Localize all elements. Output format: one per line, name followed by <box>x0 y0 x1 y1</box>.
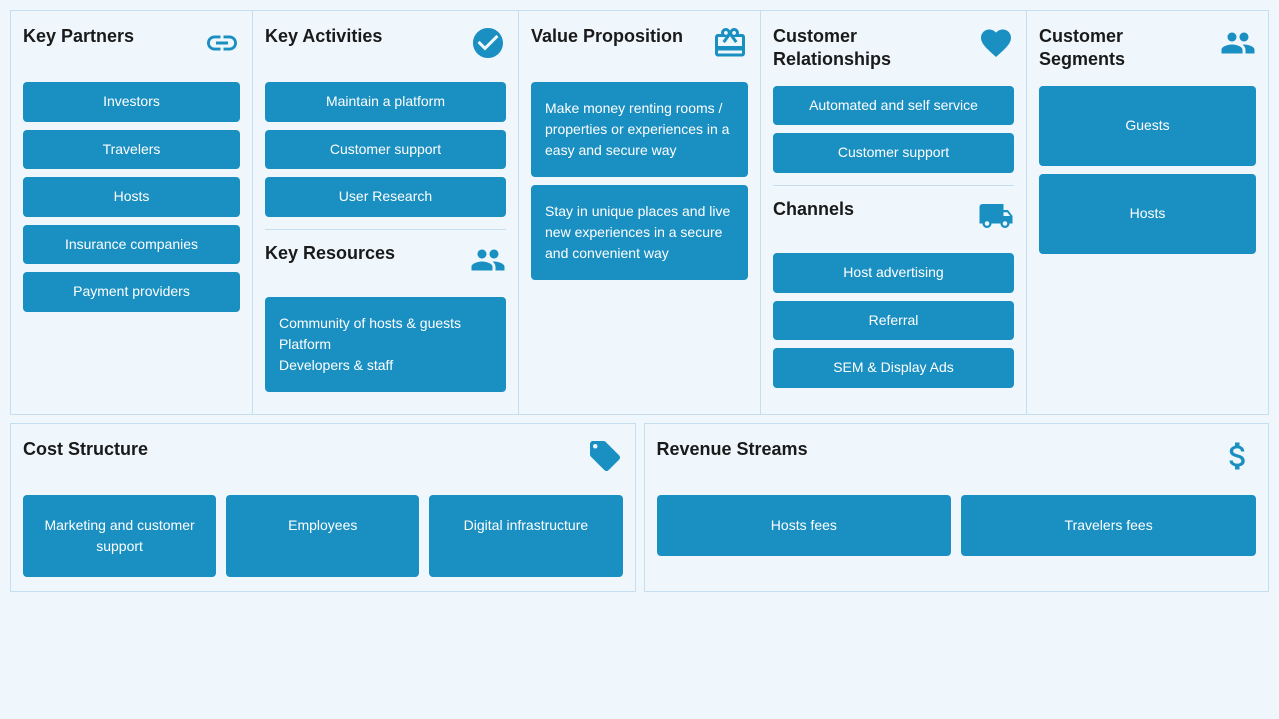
card-digital-infra: Digital infrastructure <box>429 495 622 577</box>
card-travelers: Travelers <box>23 130 240 170</box>
gift-icon <box>712 25 748 68</box>
card-hosts: Hosts <box>23 177 240 217</box>
card-user-research: User Research <box>265 177 506 217</box>
card-resources: Community of hosts & guestsPlatformDevel… <box>265 297 506 392</box>
card-maintain-platform: Maintain a platform <box>265 82 506 122</box>
card-value-prop-2: Stay in unique places and live new exper… <box>531 185 748 280</box>
money-icon <box>1220 438 1256 481</box>
key-partners-title: Key Partners <box>23 25 134 48</box>
value-prop-header: Value Proposition <box>531 25 748 68</box>
customer-rel-cards: Automated and self service Customer supp… <box>773 86 1014 173</box>
key-resources-header: Key Resources <box>265 242 506 285</box>
people-icon <box>1220 25 1256 68</box>
heart-icon <box>978 25 1014 68</box>
channels-header: Channels <box>773 198 1014 241</box>
customer-rel-title: Customer Relationships <box>773 25 972 72</box>
checkmark-icon <box>470 25 506 68</box>
card-payment: Payment providers <box>23 272 240 312</box>
card-insurance: Insurance companies <box>23 225 240 265</box>
card-hosts-fees: Hosts fees <box>657 495 952 556</box>
top-row: Key Partners Investors Travelers Hosts I… <box>10 10 1269 415</box>
resources-icon <box>470 242 506 285</box>
customer-rel-header: Customer Relationships <box>773 25 1014 72</box>
activities-resources-divider <box>265 229 506 230</box>
card-travelers-fees: Travelers fees <box>961 495 1256 556</box>
card-host-advertising: Host advertising <box>773 253 1014 293</box>
customer-segments-section: Customer Segments Guests Hosts <box>1027 11 1268 414</box>
revenue-streams-section: Revenue Streams Hosts fees Travelers fee… <box>644 423 1270 592</box>
card-automated: Automated and self service <box>773 86 1014 126</box>
cost-structure-section: Cost Structure Marketing and customer su… <box>10 423 636 592</box>
channels-title: Channels <box>773 198 854 221</box>
card-customer-support-activity: Customer support <box>265 130 506 170</box>
revenue-header: Revenue Streams <box>657 438 1257 481</box>
card-referral: Referral <box>773 301 1014 341</box>
key-activities-header: Key Activities <box>265 25 506 68</box>
card-customer-support-rel: Customer support <box>773 133 1014 173</box>
cost-header: Cost Structure <box>23 438 623 481</box>
value-proposition-section: Value Proposition Make money renting roo… <box>519 11 761 414</box>
revenue-cards-row: Hosts fees Travelers fees <box>657 495 1257 556</box>
key-partners-cards: Investors Travelers Hosts Insurance comp… <box>23 82 240 312</box>
link-icon <box>204 25 240 68</box>
card-marketing: Marketing and customer support <box>23 495 216 577</box>
value-prop-title: Value Proposition <box>531 25 683 48</box>
customer-seg-title: Customer Segments <box>1039 25 1214 72</box>
key-activities-cards: Maintain a platform Customer support Use… <box>265 82 506 217</box>
card-guests: Guests <box>1039 86 1256 166</box>
truck-icon <box>978 198 1014 241</box>
key-activities-section: Key Activities Maintain a platform Custo… <box>253 11 519 414</box>
key-activities-title: Key Activities <box>265 25 382 48</box>
card-investors: Investors <box>23 82 240 122</box>
key-partners-header: Key Partners <box>23 25 240 68</box>
channels-cards: Host advertising Referral SEM & Display … <box>773 253 1014 388</box>
customer-seg-header: Customer Segments <box>1039 25 1256 72</box>
bottom-row: Cost Structure Marketing and customer su… <box>10 423 1269 592</box>
card-seg-hosts: Hosts <box>1039 174 1256 254</box>
cost-title: Cost Structure <box>23 438 148 461</box>
cost-cards-row: Marketing and customer support Employees… <box>23 495 623 577</box>
business-model-canvas: Key Partners Investors Travelers Hosts I… <box>10 10 1269 592</box>
key-partners-section: Key Partners Investors Travelers Hosts I… <box>11 11 253 414</box>
tag-icon <box>587 438 623 481</box>
rel-channels-divider <box>773 185 1014 186</box>
card-employees: Employees <box>226 495 419 577</box>
card-sem: SEM & Display Ads <box>773 348 1014 388</box>
card-value-prop-1: Make money renting rooms / properties or… <box>531 82 748 177</box>
revenue-title: Revenue Streams <box>657 438 808 461</box>
customer-seg-cards: Guests Hosts <box>1039 86 1256 254</box>
customer-relationships-section: Customer Relationships Automated and sel… <box>761 11 1027 414</box>
key-resources-title: Key Resources <box>265 242 395 265</box>
